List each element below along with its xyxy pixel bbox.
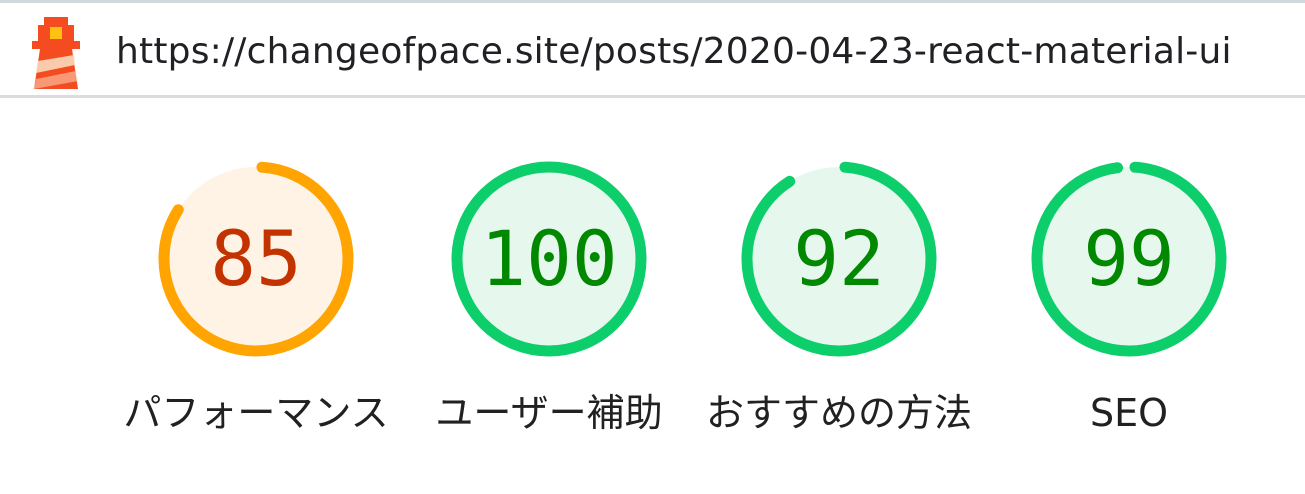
seo-score: 99: [1083, 214, 1175, 303]
performance-gauge[interactable]: 85: [158, 161, 354, 357]
accessibility-gauge[interactable]: 100: [451, 161, 647, 357]
accessibility-label: ユーザー補助: [435, 391, 663, 435]
best-practices-score: 92: [793, 214, 885, 303]
best-practices-gauge[interactable]: 92: [741, 161, 937, 357]
best-practices-label: おすすめの方法: [705, 391, 972, 435]
seo-label: SEO: [1089, 391, 1169, 435]
lighthouse-report: https://changeofpace.site/posts/2020-04-…: [0, 0, 1305, 494]
seo-gauge[interactable]: 99: [1031, 161, 1227, 357]
performance-label: パフォーマンス: [123, 391, 389, 435]
page-url[interactable]: https://changeofpace.site/posts/2020-04-…: [116, 27, 1232, 77]
performance-score: 85: [210, 214, 302, 303]
lighthouse-icon: [32, 17, 80, 89]
accessibility-score: 100: [480, 214, 618, 303]
report-header: https://changeofpace.site/posts/2020-04-…: [0, 3, 1305, 98]
